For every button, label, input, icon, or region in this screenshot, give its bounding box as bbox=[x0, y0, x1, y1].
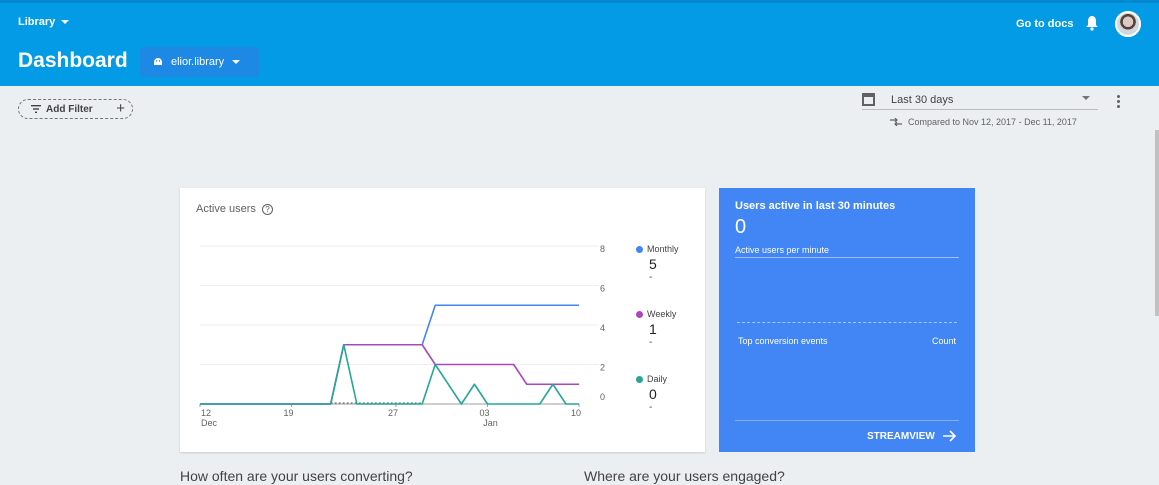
app-selector[interactable]: elior.library bbox=[140, 47, 259, 77]
filter-icon bbox=[31, 105, 41, 113]
date-range-select[interactable]: Last 30 days bbox=[862, 92, 1098, 110]
date-range-value: Last 30 days bbox=[891, 94, 954, 106]
x-tick-label: 12 bbox=[201, 408, 211, 418]
y-tick-label: 2 bbox=[600, 363, 605, 373]
y-tick-label: 4 bbox=[600, 323, 605, 333]
x-tick-sublabel: Dec bbox=[201, 418, 218, 428]
legend-delta: - bbox=[649, 337, 653, 348]
arrow-right-icon bbox=[942, 430, 956, 442]
realtime-subtitle: Active users per minute bbox=[735, 245, 959, 258]
legend-daily: Daily 0 - bbox=[636, 374, 696, 413]
chevron-down-icon bbox=[1082, 96, 1090, 100]
streamview-label: STREAMVIEW bbox=[867, 430, 935, 442]
legend-value: 0 bbox=[649, 386, 657, 402]
comparison-label: Compared to Nov 12, 2017 - Dec 11, 2017 bbox=[908, 117, 1077, 127]
x-tick-label: 19 bbox=[283, 408, 293, 418]
conversion-events-header: Top conversion events bbox=[738, 336, 828, 346]
page-title: Dashboard bbox=[18, 49, 128, 72]
bell-icon[interactable] bbox=[1085, 15, 1099, 31]
streamview-button[interactable]: STREAMVIEW bbox=[867, 430, 957, 442]
chevron-down-icon bbox=[61, 20, 70, 24]
legend-value: 1 bbox=[649, 321, 657, 337]
realtime-sparkline bbox=[737, 322, 957, 323]
series-line-daily bbox=[200, 343, 579, 405]
legend-delta: - bbox=[649, 272, 653, 283]
legend-dot bbox=[636, 375, 643, 383]
top-bar: Library Dashboard elior.library Go to do… bbox=[0, 0, 1159, 86]
add-filter-button[interactable]: Add Filter + bbox=[18, 99, 133, 119]
section-heading-conversion: How often are your users converting? bbox=[180, 468, 413, 484]
calendar-icon bbox=[862, 93, 875, 106]
chevron-down-icon bbox=[232, 60, 241, 64]
android-icon bbox=[154, 58, 162, 65]
compare-arrows-icon bbox=[890, 118, 902, 126]
x-tick-sublabel: Jan bbox=[483, 418, 498, 428]
legend-weekly: Weekly 1 - bbox=[636, 309, 696, 348]
comparison-range: Compared to Nov 12, 2017 - Dec 11, 2017 bbox=[890, 117, 1077, 127]
legend-label: Daily bbox=[647, 374, 668, 384]
avatar[interactable] bbox=[1115, 11, 1141, 37]
plus-icon: + bbox=[116, 100, 125, 117]
legend-delta: - bbox=[649, 402, 653, 413]
scrollbar[interactable] bbox=[1155, 130, 1159, 316]
series-line-weekly bbox=[200, 343, 579, 405]
project-selector[interactable]: Library bbox=[18, 16, 70, 28]
count-header: Count bbox=[931, 336, 956, 346]
series-line-monthly bbox=[200, 304, 579, 405]
legend-monthly: Monthly 5 - bbox=[636, 244, 696, 283]
x-tick-label: 03 bbox=[480, 408, 490, 418]
active-users-card: Active users ? 0 2 4 6 8 12 Dec 19 27 03 Jan 10 Mon… bbox=[180, 188, 705, 452]
legend-value: 5 bbox=[649, 256, 657, 272]
go-to-docs-link[interactable]: Go to docs bbox=[1016, 18, 1073, 30]
project-name: Library bbox=[18, 16, 56, 28]
y-tick-label: 0 bbox=[600, 392, 605, 402]
legend-label: Monthly bbox=[647, 244, 679, 254]
app-name: elior.library bbox=[171, 56, 225, 68]
y-tick-label: 8 bbox=[600, 244, 605, 254]
more-vert-icon[interactable] bbox=[1117, 95, 1121, 110]
legend-dot bbox=[636, 245, 643, 253]
legend-label: Weekly bbox=[647, 309, 677, 319]
y-tick-label: 6 bbox=[600, 284, 605, 294]
add-filter-label: Add Filter bbox=[46, 103, 93, 115]
realtime-title: Users active in last 30 minutes bbox=[735, 200, 896, 212]
realtime-card: Users active in last 30 minutes 0 Active… bbox=[719, 188, 975, 452]
divider bbox=[735, 420, 959, 421]
x-tick-label: 10 bbox=[571, 408, 581, 418]
legend-dot bbox=[636, 310, 643, 318]
section-heading-engagement: Where are your users engaged? bbox=[584, 468, 785, 484]
realtime-value: 0 bbox=[735, 216, 747, 238]
x-tick-label: 27 bbox=[388, 408, 398, 418]
active-users-chart: 0 2 4 6 8 12Dec 19 27 03Jan 10 bbox=[199, 244, 605, 428]
